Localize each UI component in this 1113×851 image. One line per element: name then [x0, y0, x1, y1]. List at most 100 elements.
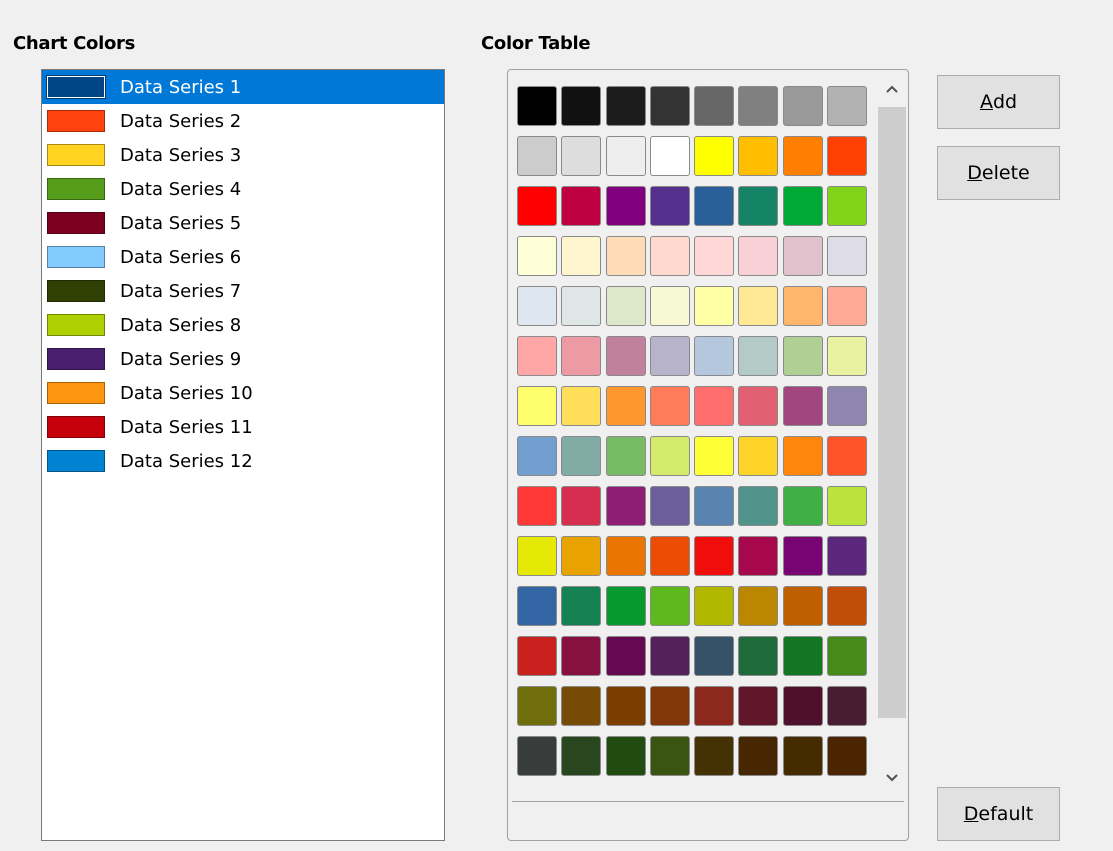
color-cell[interactable]: [827, 336, 868, 376]
color-cell[interactable]: [517, 486, 557, 526]
color-cell[interactable]: [517, 386, 557, 426]
color-cell[interactable]: [561, 486, 602, 526]
list-item[interactable]: Data Series 9: [42, 342, 444, 376]
color-cell[interactable]: [517, 686, 557, 726]
color-cell[interactable]: [738, 186, 779, 226]
scrollbar-thumb[interactable]: [878, 107, 906, 718]
color-cell[interactable]: [827, 436, 868, 476]
list-item[interactable]: Data Series 8: [42, 308, 444, 342]
color-cell[interactable]: [561, 236, 602, 276]
color-cell[interactable]: [517, 536, 557, 576]
color-cell[interactable]: [782, 236, 823, 276]
color-cell[interactable]: [517, 336, 557, 376]
color-cell[interactable]: [738, 586, 779, 626]
color-cell[interactable]: [561, 636, 602, 676]
color-cell[interactable]: [605, 436, 646, 476]
color-cell[interactable]: [605, 636, 646, 676]
color-cell[interactable]: [605, 586, 646, 626]
color-cell[interactable]: [649, 736, 690, 776]
list-item[interactable]: Data Series 11: [42, 410, 444, 444]
chart-colors-list[interactable]: Data Series 1 Data Series 2 Data Series 3 D…: [41, 69, 445, 841]
color-cell[interactable]: [782, 436, 823, 476]
color-cell[interactable]: [694, 86, 735, 126]
color-cell[interactable]: [561, 186, 602, 226]
color-cell[interactable]: [517, 586, 557, 626]
color-cell[interactable]: [694, 486, 735, 526]
color-cell[interactable]: [517, 286, 557, 326]
color-cell[interactable]: [782, 336, 823, 376]
color-cell[interactable]: [694, 736, 735, 776]
color-cell[interactable]: [649, 636, 690, 676]
color-cell[interactable]: [517, 236, 557, 276]
list-item[interactable]: Data Series 6: [42, 240, 444, 274]
color-cell[interactable]: [561, 536, 602, 576]
list-item[interactable]: Data Series 2: [42, 104, 444, 138]
color-cell[interactable]: [694, 236, 735, 276]
color-cell[interactable]: [782, 136, 823, 176]
color-cell[interactable]: [561, 336, 602, 376]
color-cell[interactable]: [605, 336, 646, 376]
color-cell[interactable]: [782, 186, 823, 226]
add-button[interactable]: Add: [937, 75, 1060, 129]
color-cell[interactable]: [649, 136, 690, 176]
color-cell[interactable]: [694, 686, 735, 726]
color-cell[interactable]: [694, 186, 735, 226]
list-item[interactable]: Data Series 5: [42, 206, 444, 240]
color-cell[interactable]: [782, 86, 823, 126]
color-cell[interactable]: [827, 186, 868, 226]
list-item[interactable]: Data Series 12: [42, 444, 444, 478]
color-cell[interactable]: [738, 286, 779, 326]
color-cell[interactable]: [561, 436, 602, 476]
color-cell[interactable]: [694, 336, 735, 376]
color-cell[interactable]: [517, 436, 557, 476]
color-cell[interactable]: [738, 536, 779, 576]
color-cell[interactable]: [738, 486, 779, 526]
color-table-scrollbar[interactable]: [876, 71, 908, 796]
chevron-down-icon[interactable]: [876, 764, 908, 792]
color-cell[interactable]: [827, 136, 868, 176]
list-item[interactable]: Data Series 3: [42, 138, 444, 172]
color-cell[interactable]: [782, 686, 823, 726]
color-cell[interactable]: [561, 286, 602, 326]
color-cell[interactable]: [782, 736, 823, 776]
color-cell[interactable]: [605, 486, 646, 526]
color-cell[interactable]: [649, 286, 690, 326]
color-cell[interactable]: [649, 686, 690, 726]
color-cell[interactable]: [517, 136, 557, 176]
color-cell[interactable]: [649, 236, 690, 276]
color-cell[interactable]: [561, 586, 602, 626]
color-cell[interactable]: [782, 536, 823, 576]
color-cell[interactable]: [738, 636, 779, 676]
color-cell[interactable]: [561, 686, 602, 726]
color-cell[interactable]: [605, 686, 646, 726]
default-button[interactable]: Default: [937, 787, 1060, 841]
color-cell[interactable]: [561, 386, 602, 426]
color-cell[interactable]: [605, 236, 646, 276]
color-cell[interactable]: [649, 486, 690, 526]
color-cell[interactable]: [782, 386, 823, 426]
color-cell[interactable]: [649, 386, 690, 426]
color-cell[interactable]: [649, 336, 690, 376]
color-cell[interactable]: [561, 136, 602, 176]
color-cell[interactable]: [694, 286, 735, 326]
color-cell[interactable]: [694, 536, 735, 576]
color-cell[interactable]: [827, 386, 868, 426]
color-cell[interactable]: [738, 686, 779, 726]
color-cell[interactable]: [605, 286, 646, 326]
color-cell[interactable]: [738, 736, 779, 776]
color-cell[interactable]: [827, 486, 868, 526]
color-cell[interactable]: [517, 736, 557, 776]
color-cell[interactable]: [738, 336, 779, 376]
color-cell[interactable]: [649, 586, 690, 626]
color-cell[interactable]: [694, 136, 735, 176]
color-cell[interactable]: [827, 736, 868, 776]
color-cell[interactable]: [517, 636, 557, 676]
delete-button[interactable]: Delete: [937, 146, 1060, 200]
color-cell[interactable]: [649, 436, 690, 476]
color-cell[interactable]: [561, 86, 602, 126]
color-cell[interactable]: [694, 586, 735, 626]
color-cell[interactable]: [694, 436, 735, 476]
color-cell[interactable]: [649, 186, 690, 226]
color-cell[interactable]: [827, 286, 868, 326]
list-item[interactable]: Data Series 1: [42, 70, 444, 104]
